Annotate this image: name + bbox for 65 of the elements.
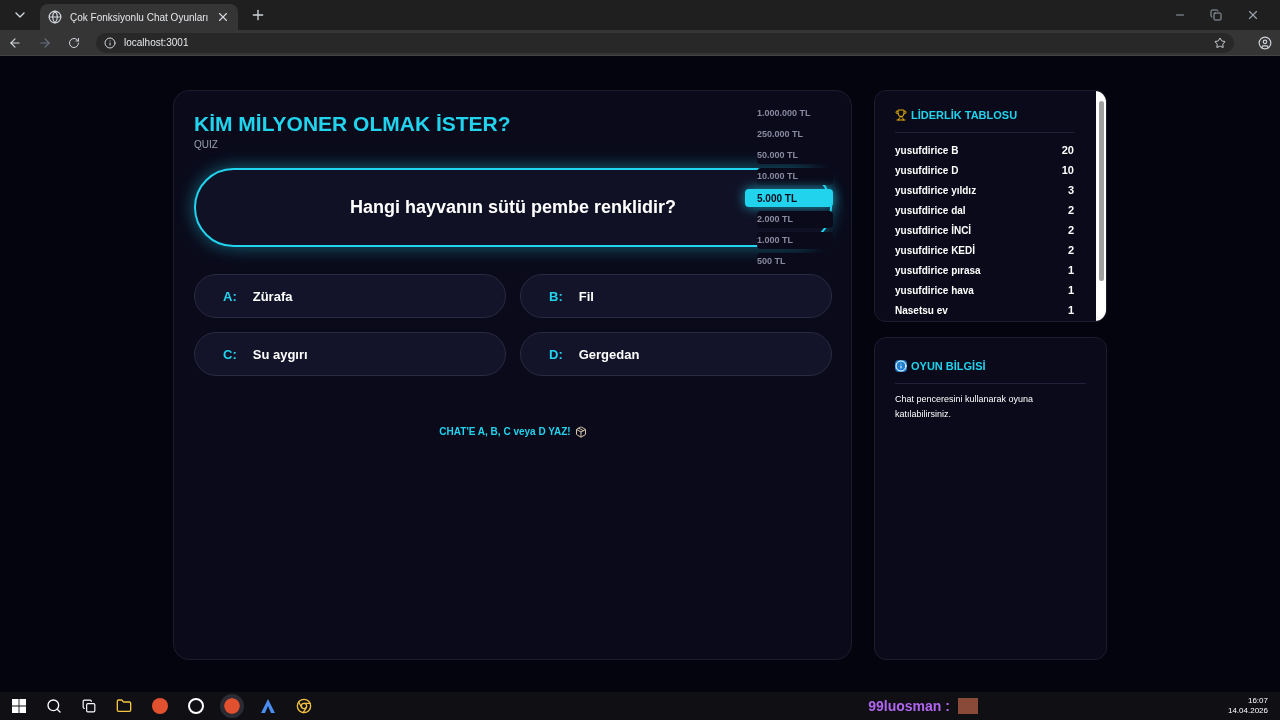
tab-title: Çok Fonksiyonlu Chat Oyunları <box>70 10 209 25</box>
answer-text: Su aygırı <box>252 345 308 364</box>
url-text: localhost:3001 <box>124 36 189 50</box>
package-icon <box>574 425 587 438</box>
player-score: 3 <box>1067 183 1074 199</box>
player-name: yusufdirice hava <box>895 284 974 298</box>
clock-date: 14.04.2026 <box>1227 707 1268 715</box>
leaderboard-title: LİDERLİK TABLOSU <box>911 108 1018 123</box>
answer-letter: C: <box>223 345 237 364</box>
player-score: 1 <box>1067 303 1074 319</box>
player-name: yusufdirice B <box>895 144 959 158</box>
round-app-icon[interactable] <box>152 698 168 714</box>
question-text: Hangi hayvanın sütü pembe renklidir? <box>349 196 677 220</box>
info-icon <box>895 360 907 373</box>
search-icon[interactable] <box>46 698 62 714</box>
chat-username: 99luosman : <box>868 696 950 716</box>
scrollbar[interactable] <box>1096 91 1106 321</box>
browser-icon[interactable] <box>296 698 312 714</box>
player-name: yusufdirice KEDİ <box>895 243 976 258</box>
prize-level: 2.000 TL <box>757 211 833 228</box>
player-name: yusufdirice D <box>895 164 959 178</box>
round-app-icon[interactable] <box>224 698 240 714</box>
player-name: yusufdirice İNCİ <box>895 223 972 238</box>
ring-icon[interactable] <box>188 698 204 714</box>
bookmark-star-icon[interactable] <box>1214 36 1226 49</box>
chat-instruction: CHAT'E A, B, C veya D YAZ! <box>439 425 571 440</box>
answer-letter: D: <box>549 345 563 364</box>
player-name: yusufdirice pırasa <box>895 264 981 278</box>
browser-tab[interactable]: Çok Fonksiyonlu Chat Oyunları <box>40 4 239 30</box>
player-name: yusufdirice yıldız <box>895 184 977 198</box>
photo-placeholder <box>957 698 978 714</box>
player-score: 2 <box>1067 243 1074 259</box>
game-subtitle: QUIZ <box>194 138 219 153</box>
restore-icon[interactable] <box>1210 9 1222 21</box>
game-title: KİM MİLYONER OLMAK İSTER? <box>194 111 511 137</box>
folder-icon[interactable] <box>116 698 132 714</box>
close-window-icon[interactable] <box>1246 8 1260 22</box>
globe-icon <box>48 10 62 24</box>
reload-icon[interactable] <box>68 36 80 49</box>
info-text: Chat penceresini kullanarak oyuna katılabilirsiniz. <box>895 392 1035 421</box>
player-name: Nasetsu ev <box>895 304 948 318</box>
answer-text: Zürafa <box>252 287 293 306</box>
profile-icon[interactable] <box>1258 35 1272 50</box>
back-icon[interactable] <box>8 35 22 50</box>
info-title: OYUN BİLGİSİ <box>911 359 986 374</box>
triangle-icon[interactable] <box>260 698 276 714</box>
player-score: 1 <box>1067 283 1074 299</box>
site-info-icon[interactable] <box>104 36 116 49</box>
player-score: 20 <box>1061 143 1074 159</box>
answer-letter: B: <box>549 287 563 306</box>
answer-text: Fil <box>578 287 594 306</box>
task-view-icon[interactable] <box>82 699 96 713</box>
prize-level: 5.000 TL <box>745 189 833 207</box>
windows-start-icon[interactable] <box>12 699 26 713</box>
player-score: 2 <box>1067 223 1074 239</box>
player-score: 2 <box>1067 203 1074 219</box>
answer-text: Gergedan <box>578 345 640 364</box>
player-name: yusufdirice dal <box>895 204 966 218</box>
player-score: 10 <box>1061 163 1074 179</box>
answer-letter: A: <box>223 287 237 306</box>
trophy-icon <box>895 109 907 122</box>
address-bar[interactable]: localhost:3001 <box>96 32 1234 53</box>
player-score: 1 <box>1067 263 1074 279</box>
forward-icon[interactable] <box>38 35 52 50</box>
clock-time: 16:07 <box>1247 697 1268 705</box>
